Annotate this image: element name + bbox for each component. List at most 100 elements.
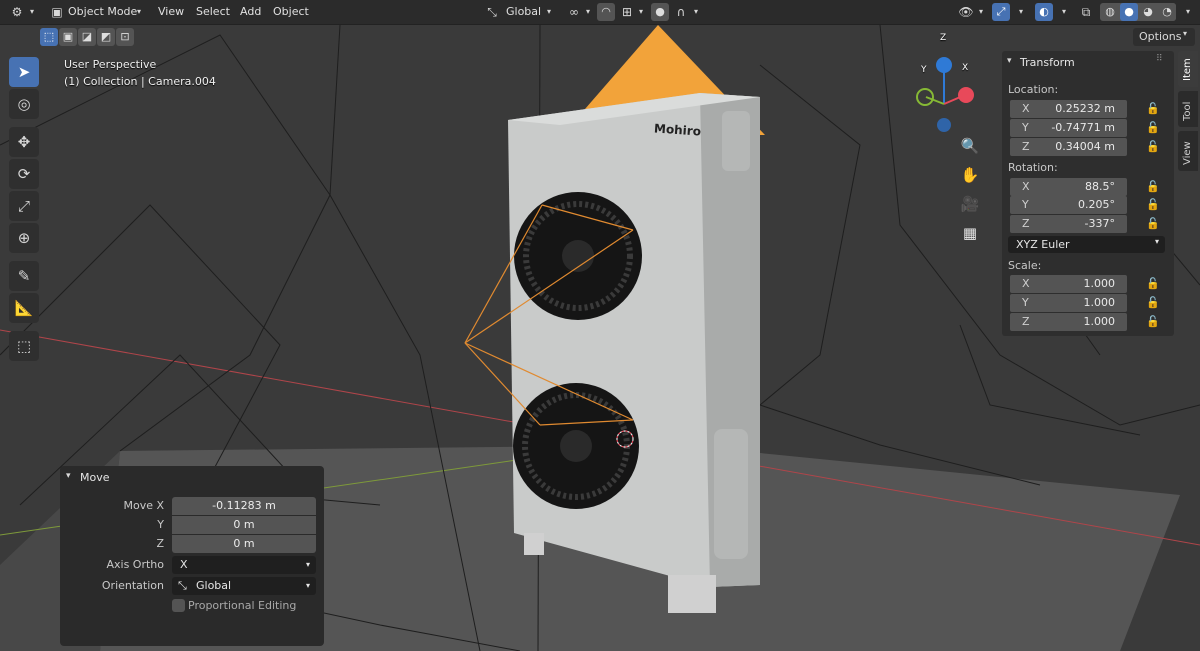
gizmo-x-label: X — [962, 63, 969, 73]
location-y-field[interactable]: Y -0.74771 m — [1010, 119, 1127, 137]
select-intersect-button[interactable]: ⊡ — [116, 28, 134, 46]
select-new-button[interactable]: ⬚ — [40, 28, 58, 46]
scale-x-field[interactable]: X 1.000 — [1010, 275, 1127, 293]
lock-icon[interactable]: 🔓 — [1146, 121, 1160, 135]
chevron-down-icon[interactable]: ▾ — [1007, 56, 1012, 66]
move-z-label: Z — [156, 537, 164, 550]
transform-panel: ▾ Transform ⠿ Location: X 0.25232 m Y -0.7… — [1002, 51, 1174, 336]
lock-icon[interactable]: 🔓 — [1146, 277, 1160, 291]
lock-icon[interactable]: 🔓 — [1146, 296, 1160, 310]
chevron-down-icon: ▾ — [305, 581, 310, 590]
rotation-mode-value: XYZ Euler — [1016, 238, 1070, 251]
falloff-icon[interactable]: ∩ — [673, 4, 689, 20]
rotation-z-field[interactable]: Z -337° — [1010, 215, 1127, 233]
location-x-field[interactable]: X 0.25232 m — [1010, 100, 1127, 118]
cursor-tool[interactable]: ◎ — [9, 89, 39, 119]
chevron-down-icon[interactable]: ▾ — [1180, 4, 1196, 20]
gizmo-z-label: Z — [940, 33, 947, 43]
chevron-down-icon[interactable]: ▾ — [580, 4, 596, 20]
tab-item[interactable]: Item — [1178, 51, 1198, 87]
lock-icon[interactable]: 🔓 — [1146, 140, 1160, 154]
tab-tool[interactable]: Tool — [1178, 91, 1198, 127]
visibility-icon[interactable]: 👁 — [958, 4, 974, 20]
viewport-header: ⚙ ▾ ▣ Object Mode ▾ View Select Add Obje… — [0, 0, 1200, 25]
object-mode-icon: ▣ — [51, 5, 63, 19]
select-invert-button[interactable]: ◩ — [97, 28, 115, 46]
chevron-down-icon[interactable]: ▾ — [66, 471, 71, 481]
lock-icon[interactable]: 🔓 — [1146, 102, 1160, 116]
chevron-down-icon[interactable]: ▾ — [541, 4, 557, 20]
measure-tool[interactable]: 📐 — [9, 293, 39, 323]
chevron-down-icon[interactable]: ▾ — [131, 4, 147, 20]
options-button[interactable]: Options ▾ — [1133, 28, 1195, 46]
ac-foot — [668, 575, 716, 613]
add-cube-tool[interactable]: ⬚ — [9, 331, 39, 361]
lock-icon[interactable]: 🔓 — [1146, 315, 1160, 329]
mode-dropdown[interactable]: Object Mode — [68, 0, 137, 24]
xray-icon[interactable]: ⧉ — [1078, 4, 1094, 20]
chevron-down-icon[interactable]: ▾ — [24, 4, 40, 20]
rotation-y-field[interactable]: Y 0.205° — [1010, 196, 1127, 214]
menu-select[interactable]: Select — [196, 0, 230, 24]
perspective-grid-icon[interactable]: ▦ — [956, 220, 984, 246]
perspective-label: User Perspective — [64, 58, 157, 71]
move-y-field[interactable]: 0 m — [172, 516, 316, 534]
transform-tool[interactable]: ⊕ — [9, 223, 39, 253]
select-extend-button[interactable]: ▣ — [59, 28, 77, 46]
rotate-tool[interactable]: ⟳ — [9, 159, 39, 189]
3d-viewport[interactable]: Mohiro Z X Y User Perspective (1) Collec… — [0, 25, 1200, 651]
scale-z-field[interactable]: Z 1.000 — [1010, 313, 1127, 331]
select-subtract-button[interactable]: ◪ — [78, 28, 96, 46]
orientation-dropdown[interactable]: ⤡ Global ▾ — [172, 577, 316, 595]
material-shading-button[interactable]: ◕ — [1139, 3, 1157, 21]
proportional-editing-label[interactable]: Proportional Editing — [188, 599, 296, 612]
chevron-down-icon: ▾ — [1154, 237, 1159, 246]
lock-icon[interactable]: 🔓 — [1146, 198, 1160, 212]
move-x-field[interactable]: -0.11283 m — [172, 497, 316, 515]
editor-type-icon[interactable]: ⚙ — [9, 4, 25, 20]
scale-y-field[interactable]: Y 1.000 — [1010, 294, 1127, 312]
chevron-down-icon[interactable]: ▾ — [688, 4, 704, 20]
proportional-editing-checkbox[interactable] — [172, 599, 185, 612]
snap-toggle[interactable]: ◠ — [597, 3, 615, 21]
menu-add[interactable]: Add — [240, 0, 261, 24]
proportional-editing-toggle[interactable]: ● — [651, 3, 669, 21]
solid-shading-button[interactable]: ● — [1120, 3, 1138, 21]
scale-label: Scale: — [1008, 259, 1042, 272]
annotate-tool[interactable]: ✎ — [9, 261, 39, 291]
move-z-field[interactable]: 0 m — [172, 535, 316, 553]
menu-view[interactable]: View — [158, 0, 184, 24]
overlays-toggle[interactable]: ◐ — [1035, 3, 1053, 21]
zoom-icon[interactable]: 🔍 — [956, 133, 984, 159]
location-label: Location: — [1008, 83, 1059, 96]
lock-icon[interactable]: 🔓 — [1146, 180, 1160, 194]
menu-object[interactable]: Object — [273, 0, 309, 24]
scale-tool[interactable]: ⤢ — [9, 191, 39, 221]
location-z-field[interactable]: Z 0.34004 m — [1010, 138, 1127, 156]
rotation-mode-dropdown[interactable]: XYZ Euler ▾ — [1008, 236, 1165, 253]
chevron-down-icon[interactable]: ▾ — [973, 4, 989, 20]
pan-hand-icon[interactable]: ✋ — [956, 162, 984, 188]
chevron-down-icon: ▾ — [305, 560, 310, 569]
move-panel-title[interactable]: Move — [80, 471, 110, 484]
wireframe-shading-button[interactable]: ◍ — [1101, 3, 1119, 21]
orientation-value: Global — [196, 579, 232, 592]
axis-ortho-dropdown[interactable]: X ▾ — [172, 556, 316, 574]
transform-title[interactable]: Transform — [1020, 56, 1075, 69]
chevron-down-icon[interactable]: ▾ — [1013, 4, 1029, 20]
rotation-x-field[interactable]: X 88.5° — [1010, 178, 1127, 196]
move-tool[interactable]: ✥ — [9, 127, 39, 157]
rendered-shading-button[interactable]: ◔ — [1158, 3, 1176, 21]
gizmo-toggle[interactable]: ⤢ — [992, 3, 1010, 21]
chevron-down-icon[interactable]: ▾ — [1056, 4, 1072, 20]
transform-orientation-dropdown[interactable]: Global — [506, 0, 541, 24]
select-box-tool[interactable]: ➤ — [9, 57, 39, 87]
lock-icon[interactable]: 🔓 — [1146, 217, 1160, 231]
upper-fan — [514, 192, 642, 320]
drag-handle-icon[interactable]: ⠿ — [1156, 54, 1163, 64]
move-y-label: Y — [157, 518, 164, 531]
gizmo-y-label: Y — [921, 65, 927, 75]
tab-view[interactable]: View — [1178, 131, 1198, 171]
camera-view-icon[interactable]: 🎥 — [956, 191, 984, 217]
chevron-down-icon[interactable]: ▾ — [633, 4, 649, 20]
